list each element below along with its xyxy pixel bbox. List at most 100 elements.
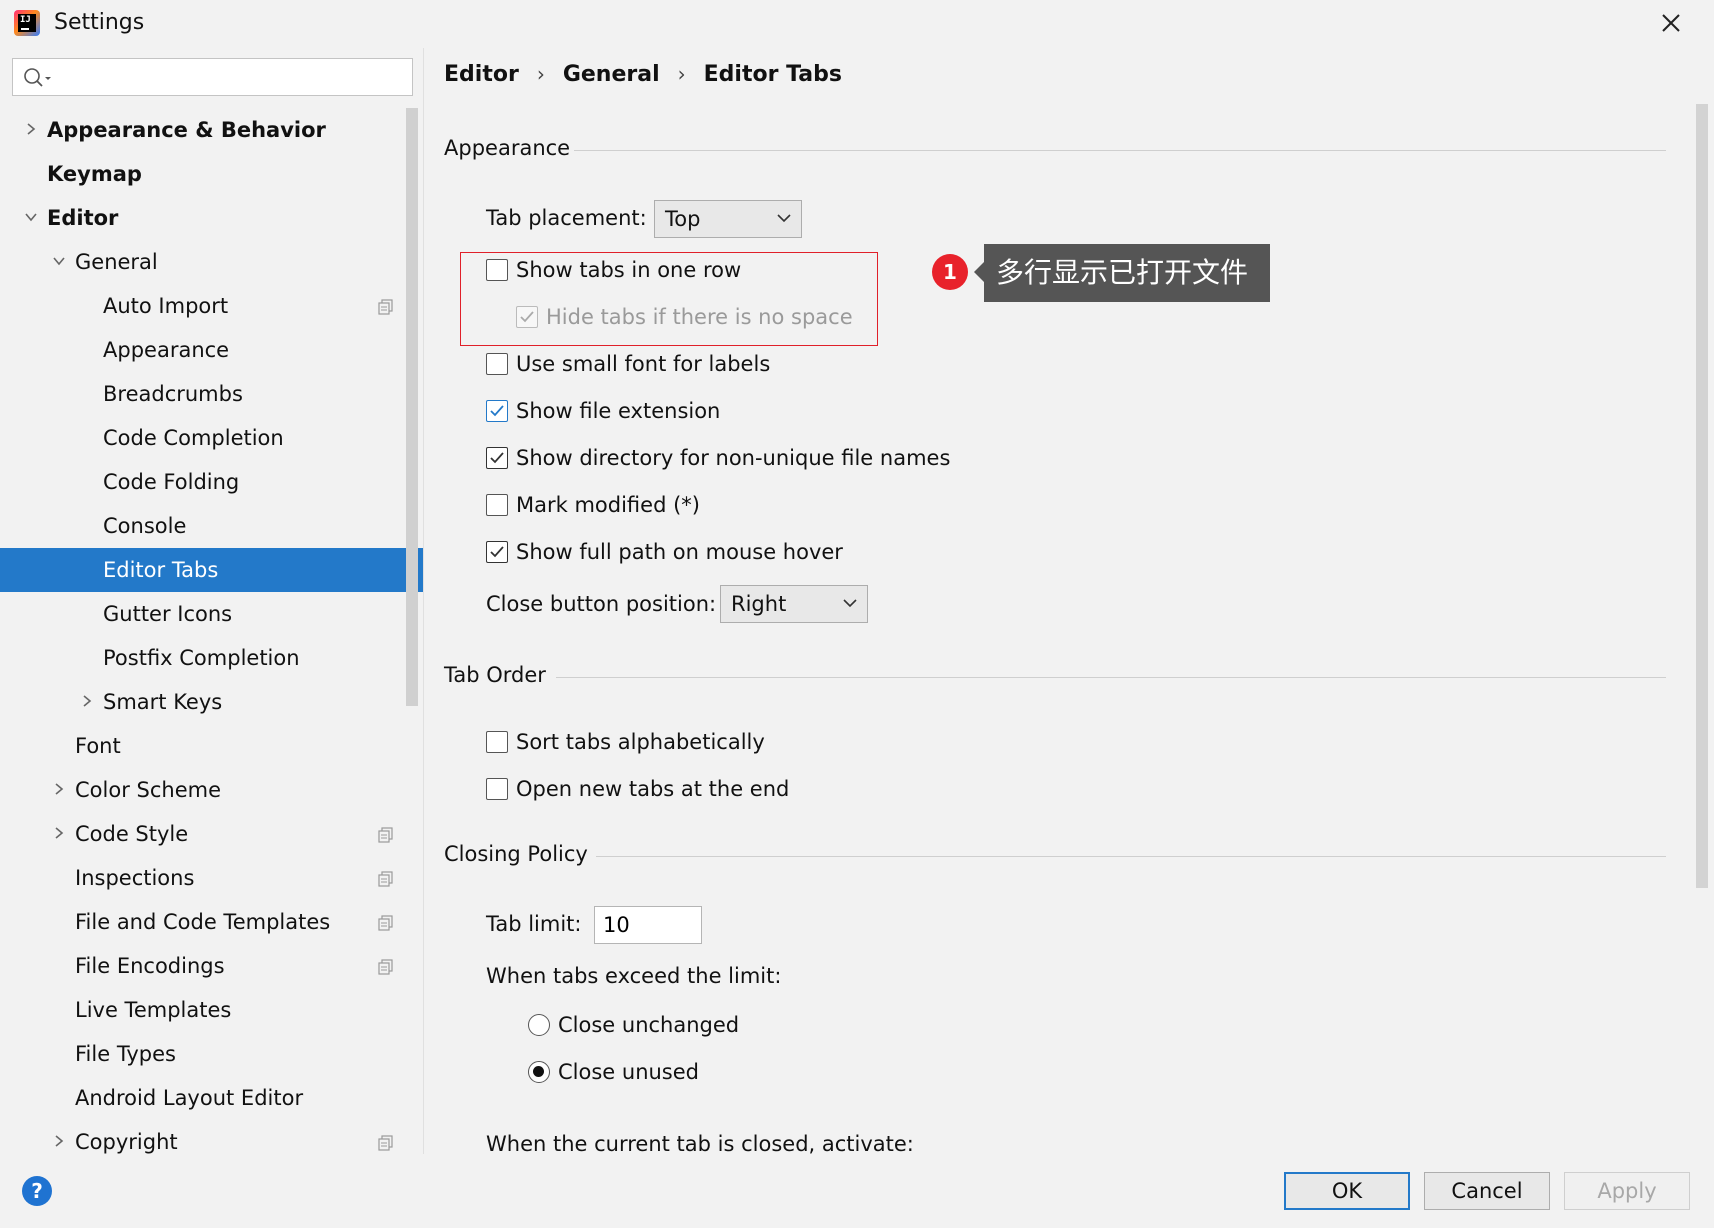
section-title-appearance: Appearance [444, 136, 571, 160]
show-tabs-one-row-checkbox[interactable] [486, 259, 508, 281]
show-extension-checkbox[interactable] [486, 400, 508, 422]
close-unchanged-radio[interactable] [528, 1014, 550, 1036]
radio-selected-dot [533, 1066, 544, 1077]
tree-item[interactable]: Color Scheme [0, 768, 424, 812]
search-input[interactable] [57, 63, 397, 91]
tree-item[interactable]: Live Templates [0, 988, 424, 1032]
tab-placement-label: Tab placement: [486, 206, 647, 230]
chevron-right-icon[interactable] [52, 826, 66, 840]
close-unchanged-row[interactable]: Close unchanged [528, 1010, 828, 1040]
tree-item[interactable]: Postfix Completion [0, 636, 424, 680]
close-unused-radio[interactable] [528, 1061, 550, 1083]
annotation-badge: 1 [932, 254, 968, 290]
tab-limit-field[interactable] [594, 906, 702, 944]
close-unused-label: Close unused [558, 1060, 700, 1084]
tree-item[interactable]: Android Layout Editor [0, 1076, 424, 1120]
close-icon[interactable] [1656, 8, 1686, 38]
sort-alpha-checkbox[interactable] [486, 731, 508, 753]
chevron-right-icon[interactable] [52, 1134, 66, 1148]
tree-item[interactable]: Editor [0, 196, 424, 240]
left-scrollbar[interactable] [406, 108, 418, 706]
tree-item[interactable]: Code Completion [0, 416, 424, 460]
full-path-hover-checkbox[interactable] [486, 541, 508, 563]
open-at-end-label: Open new tabs at the end [516, 777, 790, 801]
tree-item[interactable]: Smart Keys [0, 680, 424, 724]
sort-alpha-row[interactable]: Sort tabs alphabetically [486, 727, 886, 757]
small-font-row[interactable]: Use small font for labels [486, 349, 886, 379]
open-at-end-checkbox[interactable] [486, 778, 508, 800]
tab-limit-input[interactable] [603, 910, 683, 940]
tree-item-label: Code Folding [103, 470, 240, 494]
tree-item[interactable]: Appearance & Behavior [0, 108, 424, 152]
tree-item[interactable]: Gutter Icons [0, 592, 424, 636]
breadcrumb-item-general[interactable]: General [563, 62, 660, 87]
apply-button: Apply [1564, 1172, 1690, 1210]
small-font-checkbox[interactable] [486, 353, 508, 375]
chevron-down-icon[interactable] [52, 254, 66, 268]
show-extension-row[interactable]: Show file extension [486, 396, 886, 426]
section-divider [574, 150, 1666, 151]
show-directory-checkbox[interactable] [486, 447, 508, 469]
chevron-right-icon[interactable] [52, 782, 66, 796]
tree-item[interactable]: Inspections [0, 856, 424, 900]
right-scrollbar[interactable] [1696, 104, 1708, 888]
tree-item[interactable]: File and Code Templates [0, 900, 424, 944]
tab-placement-dropdown[interactable]: Top [654, 200, 802, 238]
tree-item[interactable]: Appearance [0, 328, 424, 372]
tree-item-label: File Encodings [75, 954, 225, 978]
tree-item[interactable]: General [0, 240, 424, 284]
help-icon[interactable]: ? [22, 1176, 52, 1206]
show-tabs-one-row-row[interactable]: Show tabs in one row [486, 255, 846, 285]
cancel-button[interactable]: Cancel [1424, 1172, 1550, 1210]
checkmark-icon [520, 311, 534, 323]
tab-placement-value: Top [665, 207, 701, 231]
open-at-end-row[interactable]: Open new tabs at the end [486, 774, 886, 804]
full-path-hover-label: Show full path on mouse hover [516, 540, 843, 564]
chevron-down-icon[interactable] [24, 210, 38, 224]
checkmark-icon [490, 546, 504, 558]
breadcrumb: Editor › General › Editor Tabs [444, 62, 842, 87]
tree-item[interactable]: File Types [0, 1032, 424, 1076]
show-extension-label: Show file extension [516, 399, 721, 423]
project-settings-icon [378, 871, 393, 887]
tree-item[interactable]: Auto Import [0, 284, 424, 328]
tree-item[interactable]: Code Style [0, 812, 424, 856]
search-field[interactable] [12, 58, 413, 96]
project-settings-icon [378, 299, 393, 315]
tree-item[interactable]: Keymap [0, 152, 424, 196]
mark-modified-row[interactable]: Mark modified (*) [486, 490, 886, 520]
tree-item[interactable]: File Encodings [0, 944, 424, 988]
close-unused-row[interactable]: Close unused [528, 1057, 828, 1087]
ok-button[interactable]: OK [1284, 1172, 1410, 1210]
tree-item-label: Console [103, 514, 187, 538]
show-tabs-one-row-label: Show tabs in one row [516, 258, 742, 282]
full-path-hover-row[interactable]: Show full path on mouse hover [486, 537, 886, 567]
project-settings-icon [378, 959, 393, 975]
tree-item-label: Postfix Completion [103, 646, 300, 670]
tree-item[interactable]: Code Folding [0, 460, 424, 504]
chevron-right-icon[interactable] [24, 122, 38, 136]
close-button-position-label: Close button position: [486, 592, 717, 616]
close-button-position-value: Right [731, 592, 787, 616]
intellij-app-icon: IJ [14, 10, 40, 36]
tree-item[interactable]: Breadcrumbs [0, 372, 424, 416]
tree-item-label: Inspections [75, 866, 195, 890]
tree-item-label: Color Scheme [75, 778, 221, 802]
section-title-tab-order: Tab Order [444, 663, 546, 687]
close-button-position-dropdown[interactable]: Right [720, 585, 868, 623]
chevron-right-icon[interactable] [80, 694, 94, 708]
tree-item[interactable]: Editor Tabs [0, 548, 424, 592]
hide-tabs-no-space-row: Hide tabs if there is no space [516, 302, 856, 332]
settings-tree: Appearance & Behavior Keymap Editor General… [0, 108, 424, 1164]
breadcrumb-item-editor[interactable]: Editor [444, 62, 519, 87]
tree-item-label: Auto Import [103, 294, 229, 318]
tree-item[interactable]: Font [0, 724, 424, 768]
tree-item-label: Live Templates [75, 998, 232, 1022]
project-settings-icon [378, 1135, 393, 1151]
tree-item-label: Font [75, 734, 121, 758]
sort-alpha-label: Sort tabs alphabetically [516, 730, 765, 754]
mark-modified-checkbox[interactable] [486, 494, 508, 516]
show-directory-row[interactable]: Show directory for non-unique file names [486, 443, 986, 473]
tree-item[interactable]: Console [0, 504, 424, 548]
tree-item-label: Appearance & Behavior [47, 118, 326, 142]
